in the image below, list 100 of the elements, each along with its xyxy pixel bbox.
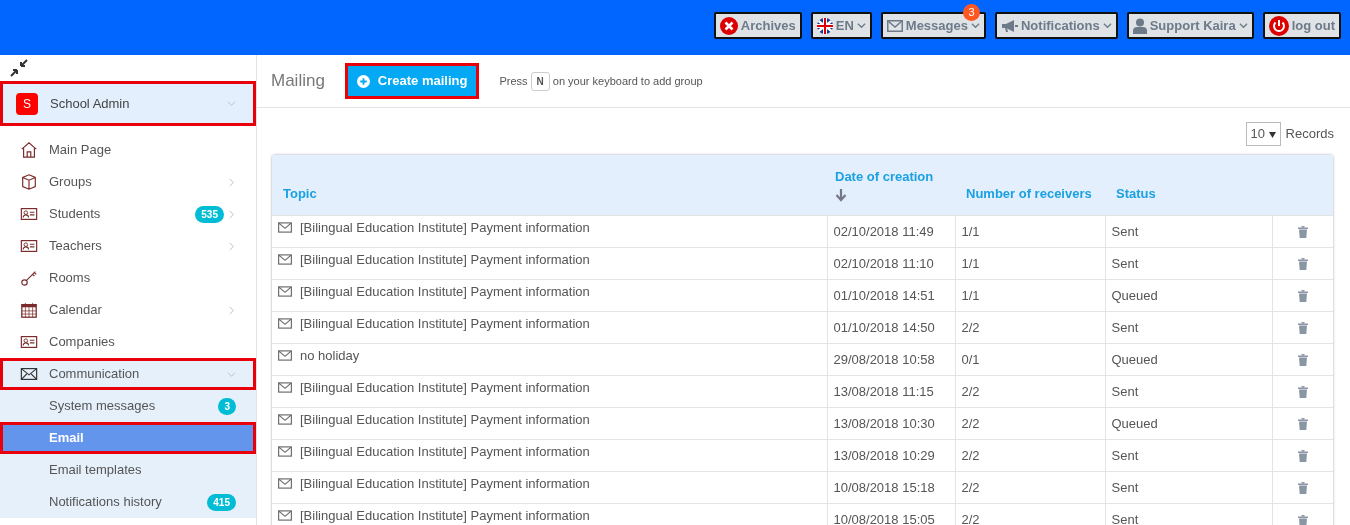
calendar-icon <box>20 301 38 319</box>
chevron-down-icon <box>856 21 866 30</box>
mailing-topic[interactable]: [Bilingual Education Institute] Payment information <box>300 412 590 428</box>
table-cell: 1/1 <box>955 215 1105 248</box>
sidebar-label: Rooms <box>49 269 91 288</box>
mailing-topic[interactable]: [Bilingual Education Institute] Payment information <box>300 444 590 460</box>
sidebar-label: Communication <box>49 365 140 384</box>
table-cell: 02/10/2018 11:10 <box>827 247 955 280</box>
home-icon <box>20 141 38 159</box>
envelope-icon <box>278 286 292 298</box>
count-badge: 3 <box>218 397 236 415</box>
delete-icon[interactable] <box>1297 386 1308 399</box>
delete-icon[interactable] <box>1297 450 1308 463</box>
table-cell: 1/1 <box>955 247 1105 280</box>
sidebar-item[interactable]: Groups <box>0 166 256 198</box>
collapse-icon[interactable] <box>10 58 28 77</box>
chevron-down-icon <box>1102 21 1112 30</box>
chevron-down-icon <box>1238 21 1248 30</box>
hint-text: on your keyboard to add group <box>552 73 703 89</box>
sidebar-label: Teachers <box>49 237 102 256</box>
delete-icon[interactable] <box>1297 290 1308 303</box>
sidebar-item[interactable]: Communication <box>0 358 256 390</box>
account-selector[interactable]: S School Admin <box>0 81 256 126</box>
count-badge: 535 <box>195 205 224 223</box>
sidebar-item[interactable]: Rooms <box>0 262 256 294</box>
table-cell: Sent <box>1105 503 1272 525</box>
envelope-icon <box>278 510 292 522</box>
count-badge: 415 <box>207 493 236 511</box>
table-cell: 13/08/2018 10:30 <box>827 407 955 440</box>
envelope-icon <box>278 446 292 458</box>
submenu-item[interactable]: System messages 3 <box>0 390 256 422</box>
table-cell: 2/2 <box>955 471 1105 504</box>
delete-icon[interactable] <box>1297 514 1308 525</box>
table-cell: Queued <box>1105 279 1272 312</box>
envelope-icon <box>278 254 292 266</box>
table-cell: Sent <box>1105 247 1272 280</box>
records-label: Records <box>1285 125 1334 143</box>
sidebar-label: Calendar <box>49 301 102 320</box>
mailing-topic[interactable]: [Bilingual Education Institute] Payment information <box>300 220 590 236</box>
table-cell: 29/08/2018 10:58 <box>827 343 955 376</box>
delete-icon[interactable] <box>1297 418 1308 431</box>
table-cell: 2/2 <box>955 407 1105 440</box>
sidebar-item[interactable]: Students 535 <box>0 198 256 230</box>
envelope-icon <box>278 350 292 362</box>
delete-icon[interactable] <box>1297 482 1308 495</box>
megaphone-icon <box>1000 18 1018 33</box>
delete-icon[interactable] <box>1297 226 1308 239</box>
table-cell: 01/10/2018 14:50 <box>827 311 955 344</box>
sidebar-item[interactable]: Main Page <box>0 134 256 166</box>
submenu-item[interactable]: Email templates <box>0 454 256 486</box>
hint-text: Press <box>499 73 528 89</box>
dropdown-button[interactable]: Support Kaira <box>1126 12 1254 39</box>
sort-down-icon <box>835 188 847 202</box>
mailing-topic[interactable]: [Bilingual Education Institute] Payment information <box>300 252 590 268</box>
table-cell: Sent <box>1105 375 1272 408</box>
table-cell: Queued <box>1105 407 1272 440</box>
delete-icon[interactable] <box>1297 322 1308 335</box>
envelope-icon <box>20 365 38 383</box>
sidebar-item[interactable]: Calendar <box>0 294 256 326</box>
envelope-icon <box>278 318 292 330</box>
sidebar-item[interactable]: Companies <box>0 326 256 358</box>
page-size-select[interactable]: 10 <box>1245 122 1281 146</box>
sidebar-label: Main Page <box>49 141 112 160</box>
plus-circle-icon <box>356 74 370 88</box>
table-cell: 2/2 <box>955 439 1105 472</box>
submenu-item[interactable]: Notifications history 415 <box>0 486 256 518</box>
envelope-icon <box>278 222 292 234</box>
sidebar-label: Companies <box>49 333 115 352</box>
sidebar-item[interactable]: Teachers <box>0 230 256 262</box>
chevron-down-icon <box>970 21 980 30</box>
delete-icon[interactable] <box>1297 354 1308 367</box>
delete-icon[interactable] <box>1297 258 1308 271</box>
table-cell: 02/10/2018 11:49 <box>827 215 955 248</box>
table-cell: Sent <box>1105 215 1272 248</box>
mailing-topic[interactable]: [Bilingual Education Institute] Payment information <box>300 284 590 300</box>
key-cap: N <box>530 71 550 91</box>
table-cell: 10/08/2018 15:05 <box>827 503 955 525</box>
mailing-topic[interactable]: [Bilingual Education Institute] Payment information <box>300 508 590 524</box>
mailing-topic[interactable]: [Bilingual Education Institute] Payment information <box>300 476 590 492</box>
table-cell: 01/10/2018 14:51 <box>827 279 955 312</box>
id-card-icon <box>20 237 38 255</box>
mailing-topic[interactable]: [Bilingual Education Institute] Payment information <box>300 380 590 396</box>
mailing-topic[interactable]: [Bilingual Education Institute] Payment information <box>300 316 590 332</box>
envelope-icon <box>886 19 903 32</box>
chevron-down-icon <box>227 369 236 379</box>
close-icon <box>719 16 738 35</box>
caret-down-icon <box>1268 131 1276 138</box>
table-cell: 1/1 <box>955 279 1105 312</box>
envelope-icon <box>278 382 292 394</box>
sidebar-label: Students <box>49 205 101 224</box>
account-name: School Admin <box>50 94 130 113</box>
table-cell: 10/08/2018 15:18 <box>827 471 955 504</box>
chevron-right-icon <box>227 209 236 219</box>
table-cell: Queued <box>1105 343 1272 376</box>
mailing-topic[interactable]: no holiday <box>300 348 360 364</box>
table-cell: 13/08/2018 10:29 <box>827 439 955 472</box>
flag-icon <box>816 17 833 34</box>
table-cell: 13/08/2018 11:15 <box>827 375 955 408</box>
table-cell: Sent <box>1105 439 1272 472</box>
table-cell: Sent <box>1105 471 1272 504</box>
